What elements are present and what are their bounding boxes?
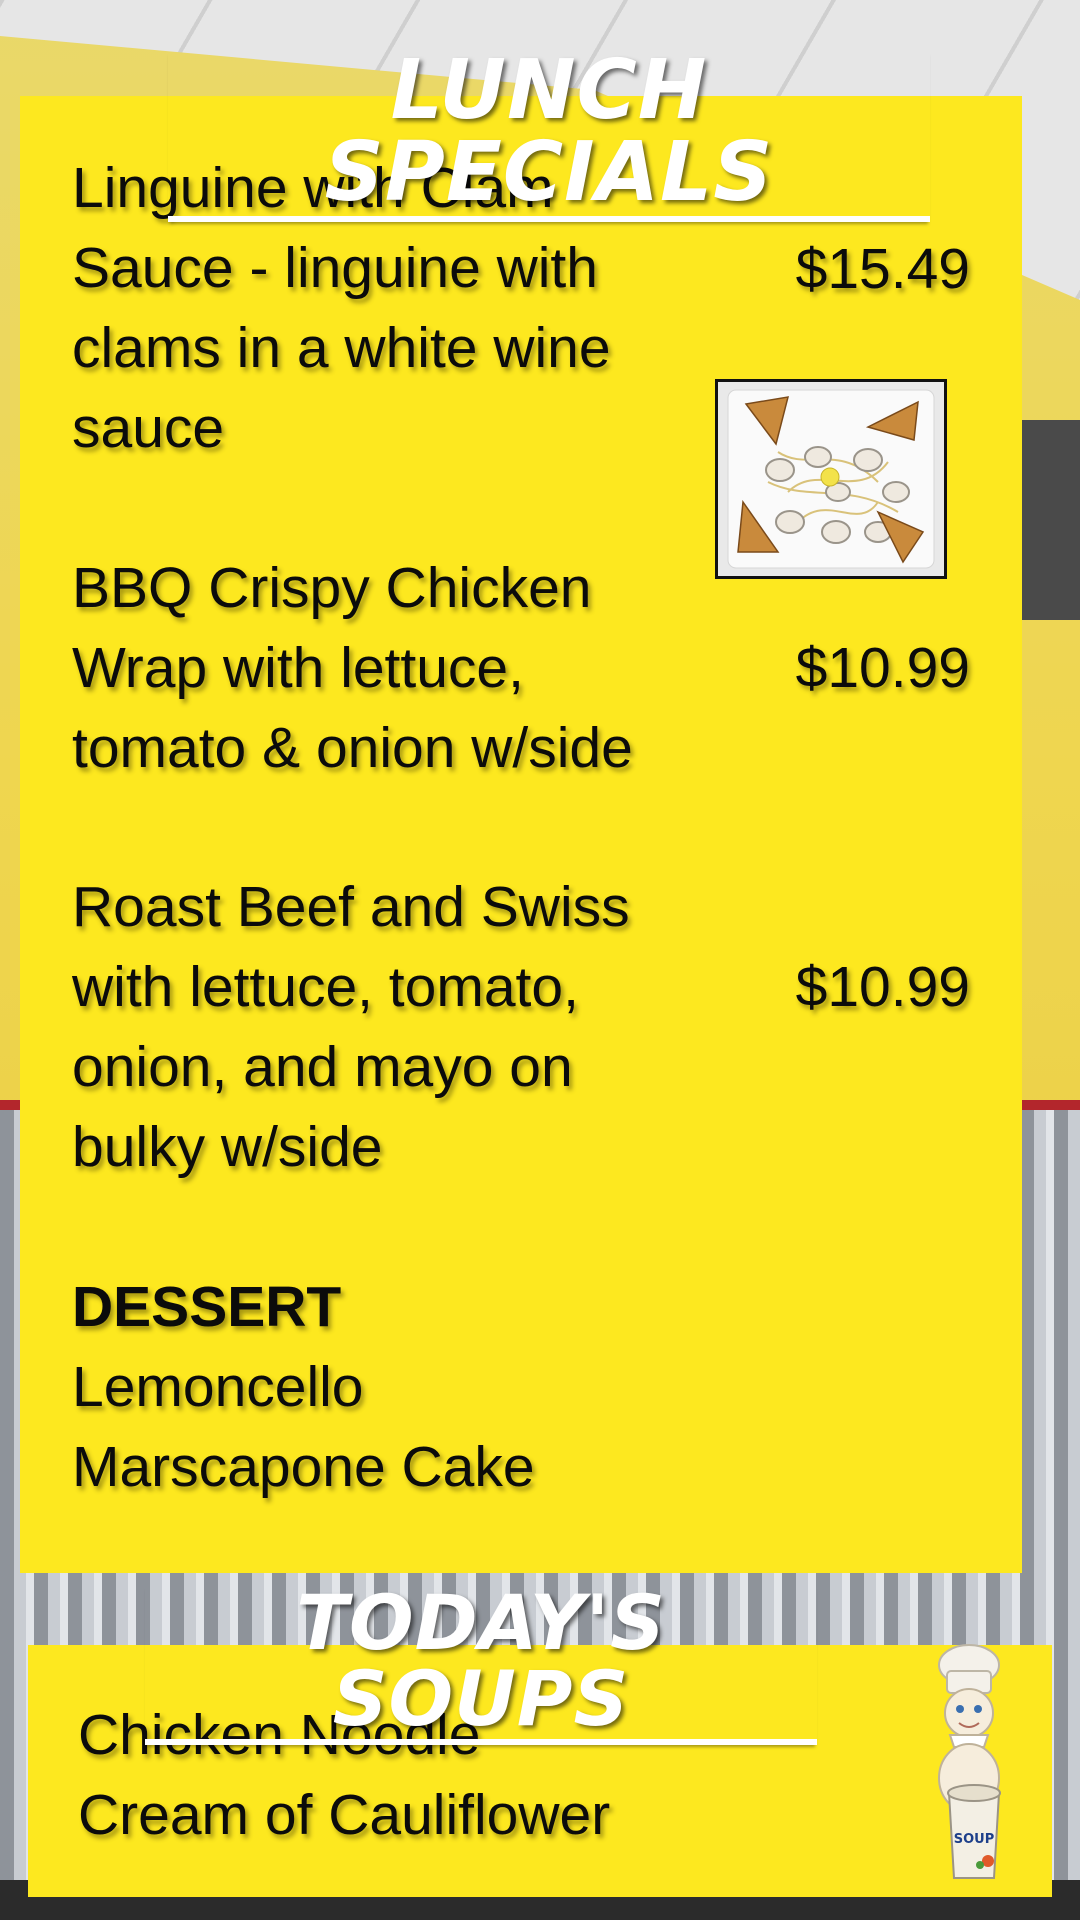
item-line: Roast Beef and Swiss	[72, 875, 630, 939]
wall-letter-sign	[1014, 420, 1080, 620]
clam-linguine-photo-icon	[715, 379, 947, 579]
item-price: $10.99	[795, 636, 970, 700]
item-line: tomato & onion w/side	[72, 716, 633, 780]
menu-item: BBQ Crispy Chicken Wrap with lettuce, to…	[72, 548, 732, 788]
dessert-line: Lemoncello	[72, 1355, 364, 1419]
dessert-title: DESSERT	[72, 1275, 342, 1339]
item-price: $10.99	[795, 955, 970, 1019]
item-line: onion, and mayo on	[72, 1035, 573, 1099]
item-line: clams in a white wine	[72, 316, 611, 380]
item-line: BBQ Crispy Chicken	[72, 556, 592, 620]
lunch-specials-heading: LUNCH SPECIALS	[168, 50, 930, 222]
item-price: $15.49	[795, 237, 970, 301]
todays-soups-heading: TODAY'S SOUPS	[145, 1585, 817, 1745]
dessert-line: Marscapone Cake	[72, 1435, 535, 1499]
menu-item: Roast Beef and Swiss with lettuce, tomat…	[72, 867, 732, 1187]
item-line: Wrap with lettuce,	[72, 636, 524, 700]
item-line: Sauce - linguine with	[72, 236, 598, 300]
chef-doughboy-icon: SOUP	[914, 1643, 1024, 1893]
mascot-cup-label: SOUP	[954, 1832, 995, 1847]
dessert-section: DESSERT Lemoncello Marscapone Cake	[72, 1267, 535, 1507]
lunch-specials-panel: Linguine with Clam Sauce - linguine with…	[20, 96, 1022, 1573]
item-line: bulky w/side	[72, 1115, 383, 1179]
item-line: sauce	[72, 396, 225, 460]
soup-item: Cream of Cauliflower	[78, 1783, 611, 1847]
item-line: with lettuce, tomato,	[72, 955, 579, 1019]
